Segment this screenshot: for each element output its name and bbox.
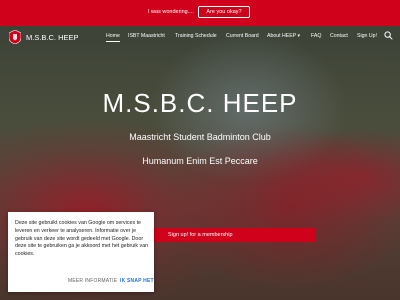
hero-subtitle: Maastricht Student Badminton Club bbox=[129, 132, 271, 142]
nav-item-sign-up[interactable]: Sign Up! bbox=[357, 33, 377, 39]
nav-item-faq[interactable]: FAQ bbox=[311, 33, 321, 39]
badge-icon[interactable] bbox=[9, 30, 21, 44]
hero-motto: Humanum Enim Est Peccare bbox=[142, 156, 258, 166]
nav-item-home[interactable]: Home bbox=[106, 33, 120, 42]
nav-item-training-schedule[interactable]: Training Schedule bbox=[175, 33, 217, 39]
announcement-text: I was wondering.... bbox=[148, 9, 194, 15]
nav-item-about-heep[interactable]: About HEEP ▾ bbox=[267, 33, 300, 39]
search-icon[interactable] bbox=[384, 31, 393, 40]
accept-cookies-button[interactable]: IK SNAP HET bbox=[120, 278, 154, 284]
nav-item-current-board[interactable]: Current Board bbox=[226, 33, 259, 39]
cookie-notice-text: Deze site gebruikt cookies van Google om… bbox=[15, 220, 149, 258]
site-title[interactable]: M.S.B.C. HEEP bbox=[26, 33, 79, 42]
are-you-okay-button[interactable]: Are you okay? bbox=[198, 6, 250, 18]
announcement-bar: I was wondering.... Are you okay? bbox=[0, 0, 400, 26]
more-info-button[interactable]: MEER INFORMATIE bbox=[68, 278, 117, 284]
hero-title: M.S.B.C. HEEP bbox=[102, 88, 298, 118]
cookie-banner: Deze site gebruikt cookies van Google om… bbox=[8, 212, 154, 292]
nav-item-isbt-maastricht[interactable]: ISBT Maastricht bbox=[128, 33, 165, 39]
nav-item-contact[interactable]: Contact bbox=[330, 33, 348, 39]
